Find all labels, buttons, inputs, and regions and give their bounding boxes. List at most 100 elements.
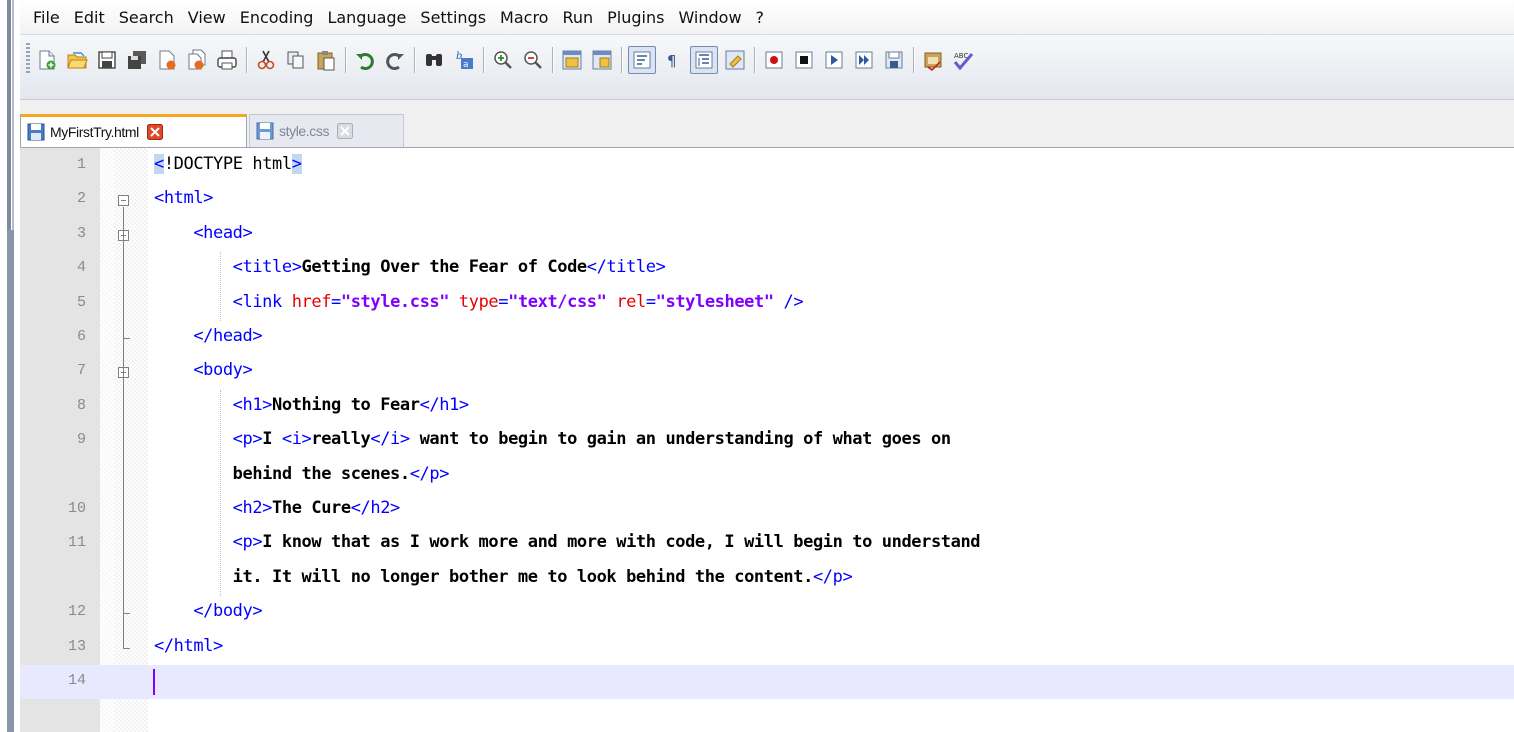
code-line[interactable]: it. It will no longer bother me to look … bbox=[20, 562, 1514, 596]
menu-run[interactable]: Run bbox=[555, 8, 600, 27]
stop-macro-icon[interactable] bbox=[791, 47, 817, 73]
fold-guide-line bbox=[123, 206, 124, 648]
code-text: <h1>Nothing to Fear</h1> bbox=[154, 395, 469, 415]
menu-view[interactable]: View bbox=[181, 8, 233, 27]
code-line[interactable]: 5 <link href="style.css" type="text/css"… bbox=[20, 287, 1514, 321]
code-token: = bbox=[645, 291, 656, 312]
run-multiple-macro-icon[interactable] bbox=[851, 47, 877, 73]
code-token: </head> bbox=[154, 326, 263, 346]
code-line[interactable]: 10 <h2>The Cure</h2> bbox=[20, 493, 1514, 527]
toolbar-separator bbox=[552, 47, 553, 73]
code-line[interactable]: 2 <html> bbox=[20, 183, 1514, 217]
menu-file[interactable]: File bbox=[26, 8, 67, 27]
menu-edit[interactable]: Edit bbox=[67, 8, 112, 27]
tab-bar: MyFirstTry.html style.css bbox=[20, 100, 1514, 148]
tab-style-css[interactable]: style.css bbox=[249, 114, 404, 147]
code-line[interactable]: 8 <h1>Nothing to Fear</h1> bbox=[20, 390, 1514, 424]
line-number: 12 bbox=[67, 603, 86, 621]
paste-icon[interactable] bbox=[313, 47, 339, 73]
spell-check-icon[interactable] bbox=[920, 47, 946, 73]
tab-label: MyFirstTry.html bbox=[50, 124, 139, 140]
code-editor[interactable]: 1 <!DOCTYPE html> 2 <html> 3 <head> 4 <title>… bbox=[20, 148, 1514, 732]
new-file-icon[interactable] bbox=[34, 47, 60, 73]
code-line[interactable]: 3 <head> bbox=[20, 218, 1514, 252]
show-all-chars-icon[interactable]: ¶ bbox=[660, 47, 686, 73]
code-text: <p>I know that as I work more and more w… bbox=[154, 532, 981, 552]
code-line[interactable]: 11 <p>I know that as I work more and mor… bbox=[20, 527, 1514, 561]
close-tab-icon[interactable] bbox=[337, 123, 354, 139]
code-line[interactable]: 4 <title>Getting Over the Fear of Code</… bbox=[20, 252, 1514, 286]
find-icon[interactable] bbox=[421, 47, 447, 73]
save-macro-icon[interactable] bbox=[881, 47, 907, 73]
toolbar-separator bbox=[754, 47, 755, 73]
word-wrap-icon[interactable] bbox=[628, 46, 656, 74]
close-icon[interactable] bbox=[154, 47, 180, 73]
menu-encoding[interactable]: Encoding bbox=[233, 8, 321, 27]
code-text: <!DOCTYPE html> bbox=[154, 154, 302, 174]
svg-text:¶: ¶ bbox=[667, 52, 677, 70]
menu-plugins[interactable]: Plugins bbox=[600, 8, 671, 27]
zoom-in-icon[interactable] bbox=[490, 47, 516, 73]
undo-icon[interactable] bbox=[352, 47, 378, 73]
redo-icon[interactable] bbox=[382, 47, 408, 73]
menu-macro[interactable]: Macro bbox=[493, 8, 555, 27]
sync-horizontal-icon[interactable] bbox=[589, 47, 615, 73]
code-token: </title> bbox=[586, 257, 666, 278]
code-token: <html> bbox=[154, 188, 214, 209]
tab-myfirsttry-html[interactable]: MyFirstTry.html bbox=[20, 114, 247, 147]
toolbar: ba ¶ ABC bbox=[20, 34, 1514, 100]
open-file-icon[interactable] bbox=[64, 47, 90, 73]
code-token: Getting Over the Fear of Code bbox=[301, 257, 588, 278]
code-line[interactable]: behind the scenes.</p> bbox=[20, 459, 1514, 493]
code-token: type bbox=[458, 291, 499, 312]
menu-help[interactable]: ? bbox=[749, 8, 772, 27]
code-text: <h2>The Cure</h2> bbox=[154, 498, 401, 518]
close-all-icon[interactable] bbox=[184, 47, 210, 73]
code-token: <p> bbox=[154, 429, 263, 450]
copy-icon[interactable] bbox=[283, 47, 309, 73]
code-token: want to begin to gain an understanding o… bbox=[409, 429, 951, 450]
code-token: !DOCTYPE html bbox=[163, 154, 292, 174]
user-lang-icon[interactable] bbox=[722, 47, 748, 73]
menu-window[interactable]: Window bbox=[671, 8, 748, 27]
toolbar-separator bbox=[246, 47, 247, 73]
save-icon[interactable] bbox=[94, 47, 120, 73]
line-number: 8 bbox=[76, 396, 86, 414]
print-icon[interactable] bbox=[214, 47, 240, 73]
play-macro-icon[interactable] bbox=[821, 47, 847, 73]
code-line[interactable]: 7 <body> bbox=[20, 355, 1514, 389]
replace-icon[interactable]: ba bbox=[451, 47, 477, 73]
code-token: </p> bbox=[812, 566, 853, 587]
code-token: > bbox=[291, 154, 302, 174]
menu-search[interactable]: Search bbox=[112, 8, 181, 27]
zoom-out-icon[interactable] bbox=[520, 47, 546, 73]
fold-end-marker bbox=[123, 647, 130, 649]
menu-language[interactable]: Language bbox=[320, 8, 413, 27]
code-line[interactable]: 13 </html> bbox=[20, 631, 1514, 665]
fold-toggle-icon[interactable] bbox=[118, 195, 129, 207]
svg-text:a: a bbox=[463, 60, 469, 70]
code-line[interactable]: 9 <p>I <i>really</i> want to begin to ga… bbox=[20, 424, 1514, 458]
code-token: href bbox=[291, 291, 332, 312]
code-line[interactable]: 14 bbox=[20, 665, 1514, 699]
code-line[interactable]: 12 </body> bbox=[20, 596, 1514, 630]
abc-spell-icon[interactable]: ABC bbox=[950, 47, 976, 73]
saved-file-icon bbox=[256, 122, 274, 140]
saved-file-icon bbox=[27, 123, 45, 141]
record-macro-icon[interactable] bbox=[761, 47, 787, 73]
close-tab-icon[interactable] bbox=[146, 124, 163, 140]
toolbar-grip[interactable] bbox=[26, 43, 30, 75]
code-token: <h1> bbox=[154, 394, 273, 415]
sync-vertical-icon[interactable] bbox=[559, 47, 585, 73]
cut-icon[interactable] bbox=[253, 47, 279, 73]
code-token: </body> bbox=[154, 601, 263, 622]
menu-settings[interactable]: Settings bbox=[413, 8, 493, 27]
line-number: 9 bbox=[76, 431, 86, 449]
indent-guide-icon[interactable] bbox=[690, 46, 718, 74]
code-line[interactable]: 1 <!DOCTYPE html> bbox=[20, 149, 1514, 183]
code-line[interactable]: 6 </head> bbox=[20, 321, 1514, 355]
code-text: </head> bbox=[154, 326, 262, 346]
code-text: it. It will no longer bother me to look … bbox=[154, 566, 853, 587]
save-all-icon[interactable] bbox=[124, 47, 150, 73]
